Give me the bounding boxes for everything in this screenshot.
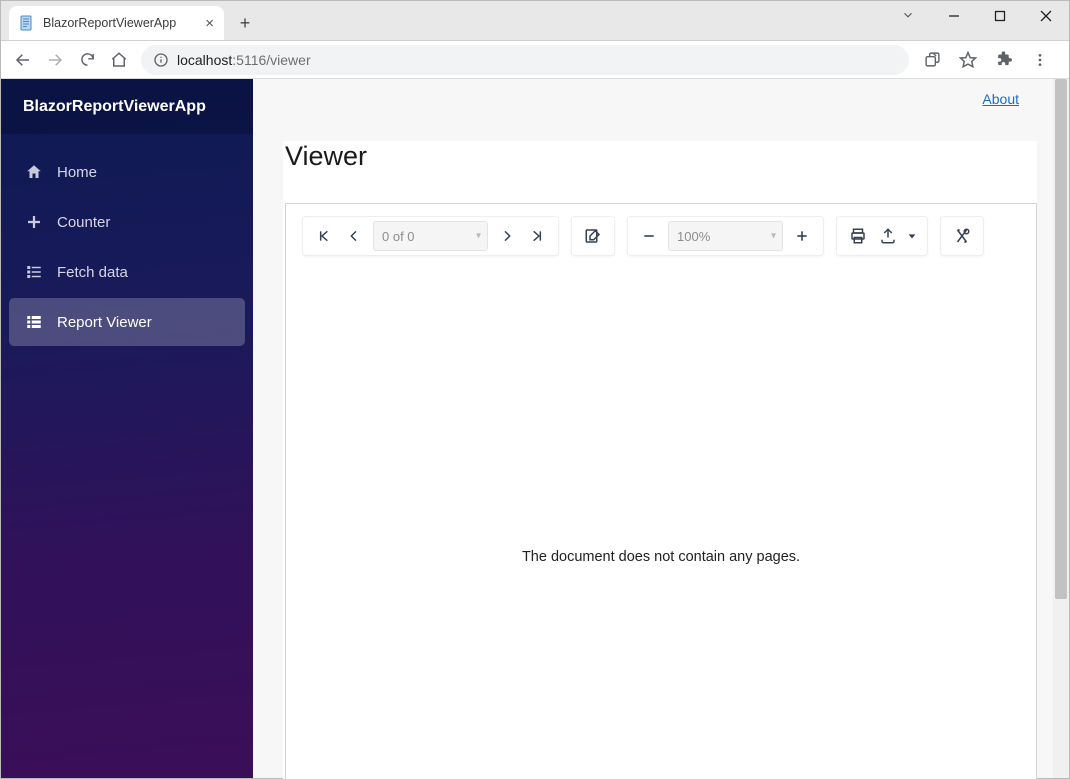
browser-tabstrip: BlazorReportViewerApp × + [1, 1, 1069, 41]
tab-close-icon[interactable]: × [205, 15, 214, 32]
sidebar-item-label: Counter [57, 214, 110, 231]
plus-icon [25, 213, 43, 231]
zoom-value: 100% [677, 229, 710, 244]
new-tab-button[interactable]: + [230, 8, 260, 38]
toolbar-right-icons [915, 45, 1057, 75]
extensions-icon[interactable] [987, 45, 1021, 75]
app-brand: BlazorReportViewerApp [1, 79, 253, 134]
zoom-out-button[interactable] [634, 221, 664, 251]
first-page-button[interactable] [309, 221, 339, 251]
next-page-button[interactable] [492, 221, 522, 251]
zoom-group: 100% ▾ [627, 216, 824, 256]
content: Viewer 0 of 0 ▾ [283, 141, 1037, 779]
page-title: Viewer [285, 141, 1037, 172]
home-icon [25, 163, 43, 181]
sidebar-item-label: Fetch data [57, 264, 128, 281]
nav-forward-button[interactable] [39, 44, 71, 76]
caret-down-icon: ▾ [476, 231, 481, 242]
bookmark-star-icon[interactable] [951, 45, 985, 75]
pager-group: 0 of 0 ▾ [302, 216, 559, 256]
sidebar-item-counter[interactable]: Counter [9, 198, 245, 246]
sidebar-item-label: Home [57, 164, 97, 181]
report-viewer: 0 of 0 ▾ [285, 203, 1037, 779]
caret-down-icon: ▾ [771, 231, 776, 242]
export-caret-icon[interactable] [903, 221, 921, 251]
address-bar[interactable]: localhost:5116/viewer [141, 45, 909, 75]
sidebar-item-label: Report Viewer [57, 314, 152, 331]
window-close-button[interactable] [1023, 1, 1069, 31]
tab-favicon [19, 15, 35, 31]
print-button[interactable] [843, 221, 873, 251]
nav-reload-button[interactable] [71, 44, 103, 76]
page-area: BlazorReportViewerApp Home Counter [1, 79, 1069, 778]
scrollbar-thumb[interactable] [1055, 79, 1067, 599]
browser-menu-icon[interactable] [1023, 45, 1057, 75]
browser-window: BlazorReportViewerApp × + [0, 0, 1070, 779]
window-controls [931, 1, 1069, 33]
page-scrollbar[interactable] [1053, 79, 1069, 778]
list-icon [25, 263, 43, 281]
browser-tab[interactable]: BlazorReportViewerApp × [9, 6, 224, 40]
window-minimize-button[interactable] [931, 1, 977, 31]
export-group [836, 216, 928, 256]
tabs-overflow-icon[interactable] [901, 8, 915, 22]
zoom-in-button[interactable] [787, 221, 817, 251]
sidebar-nav: Home Counter Fetch data [1, 134, 253, 346]
about-link[interactable]: About [982, 91, 1019, 107]
last-page-button[interactable] [522, 221, 552, 251]
viewer-toolbar: 0 of 0 ▾ [286, 204, 1036, 268]
window-maximize-button[interactable] [977, 1, 1023, 31]
page-number-select[interactable]: 0 of 0 ▾ [373, 221, 488, 251]
sidebar-item-report-viewer[interactable]: Report Viewer [9, 298, 245, 346]
url-port: :5116 [232, 52, 266, 68]
sidebar: BlazorReportViewerApp Home Counter [1, 79, 253, 778]
url-host: localhost [177, 52, 232, 68]
export-button[interactable] [873, 221, 903, 251]
prev-page-button[interactable] [339, 221, 369, 251]
topbar: About [253, 79, 1053, 119]
empty-document-message: The document does not contain any pages. [286, 549, 1036, 565]
main-area: About Viewer 0 of [253, 79, 1069, 778]
share-icon[interactable] [915, 45, 949, 75]
sidebar-item-fetchdata[interactable]: Fetch data [9, 248, 245, 296]
search-group [940, 216, 984, 256]
nav-back-button[interactable] [7, 44, 39, 76]
url-path: /viewer [266, 52, 310, 68]
page-number-value: 0 of 0 [382, 229, 415, 244]
browser-toolbar: localhost:5116/viewer [1, 41, 1069, 79]
sidebar-item-home[interactable]: Home [9, 148, 245, 196]
edit-group [571, 216, 615, 256]
zoom-select[interactable]: 100% ▾ [668, 221, 783, 251]
report-icon [25, 313, 43, 331]
url-text: localhost:5116/viewer [177, 52, 311, 68]
nav-home-button[interactable] [103, 44, 135, 76]
site-info-icon[interactable] [153, 52, 169, 68]
highlight-fields-button[interactable] [578, 221, 608, 251]
tab-title: BlazorReportViewerApp [43, 16, 176, 30]
search-button[interactable] [947, 221, 977, 251]
